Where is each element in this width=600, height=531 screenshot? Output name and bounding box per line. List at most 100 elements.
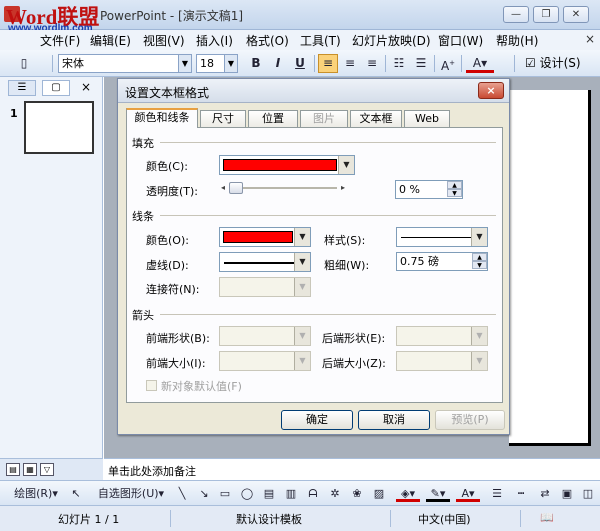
menu-edit[interactable]: 编辑(E) bbox=[90, 32, 131, 49]
line-color-select[interactable]: ▼ bbox=[219, 227, 311, 247]
align-right-button[interactable]: ≡ bbox=[362, 54, 382, 73]
numbered-list-icon[interactable]: ☷ bbox=[389, 54, 409, 73]
begin-style-select[interactable]: ▼ bbox=[219, 326, 311, 346]
menu-slideshow[interactable]: 幻灯片放映(D) bbox=[352, 32, 431, 49]
italic-button[interactable]: I bbox=[268, 54, 288, 73]
oval-tool-icon[interactable]: ◯ bbox=[238, 485, 256, 502]
wordart-icon[interactable]: ᗩ bbox=[304, 485, 322, 502]
rectangle-tool-icon[interactable]: ▭ bbox=[216, 485, 234, 502]
slide-thumbnail[interactable] bbox=[24, 101, 94, 154]
chevron-down-icon: ▼ bbox=[294, 253, 310, 271]
dash-style-icon[interactable]: ┅ bbox=[512, 485, 530, 502]
default-checkbox[interactable] bbox=[146, 380, 157, 391]
draw-menu-button[interactable]: 绘图(R)▾ bbox=[14, 485, 58, 502]
spin-up-icon[interactable]: ▲ bbox=[472, 253, 487, 261]
normal-view-icon[interactable]: ▤ bbox=[6, 463, 20, 476]
menu-help[interactable]: 帮助(H) bbox=[496, 32, 538, 49]
font-color-icon[interactable]: A▾ bbox=[466, 54, 494, 73]
end-size-select[interactable]: ▼ bbox=[396, 351, 488, 371]
line-weight-spinner[interactable]: 0.75 磅 ▲ ▼ bbox=[396, 252, 488, 271]
preview-button[interactable]: 预览(P) bbox=[435, 410, 505, 430]
align-left-button[interactable]: ≡ bbox=[318, 54, 338, 73]
slides-tab[interactable]: ▢ bbox=[42, 80, 70, 96]
fill-color-icon[interactable]: ◈▾ bbox=[396, 485, 420, 502]
minimize-button[interactable]: — bbox=[503, 6, 529, 23]
new-document-icon[interactable]: ▯ bbox=[14, 54, 34, 73]
autoshapes-menu-button[interactable]: 自选图形(U)▾ bbox=[94, 485, 168, 502]
menu-view[interactable]: 视图(V) bbox=[143, 32, 185, 49]
arrow-left-icon: ◂ bbox=[221, 183, 226, 192]
begin-size-select[interactable]: ▼ bbox=[219, 351, 311, 371]
tab-colors-lines[interactable]: 颜色和线条 bbox=[126, 108, 198, 128]
spin-down-icon[interactable]: ▼ bbox=[447, 189, 462, 197]
increase-font-size-icon[interactable]: A+ bbox=[438, 54, 458, 73]
dash-type-select[interactable]: ▼ bbox=[219, 252, 311, 272]
slide-position: 幻灯片 1 / 1 bbox=[58, 513, 120, 526]
menu-file[interactable]: 文件(F) bbox=[40, 32, 80, 49]
line-tool-icon[interactable]: ╲ bbox=[174, 485, 190, 502]
menu-bar: 文件(F) 编辑(E) 视图(V) 插入(I) 格式(O) 工具(T) 幻灯片放… bbox=[0, 30, 600, 50]
slider-thumb[interactable] bbox=[229, 182, 243, 194]
restore-button[interactable]: ❐ bbox=[533, 6, 559, 23]
shadow-icon[interactable]: ▣ bbox=[558, 485, 576, 502]
menu-insert[interactable]: 插入(I) bbox=[196, 32, 233, 49]
dialog-close-button[interactable]: × bbox=[478, 82, 504, 99]
design-template-name: 默认设计模板 bbox=[236, 513, 302, 526]
connector-select[interactable]: ▼ bbox=[219, 277, 311, 297]
outline-tab[interactable]: ☰ bbox=[8, 80, 36, 96]
spelling-icon[interactable]: 📖 bbox=[540, 511, 554, 524]
tab-size[interactable]: 尺寸 bbox=[200, 110, 246, 127]
align-center-button[interactable]: ≡ bbox=[340, 54, 360, 73]
line-weight-label: 粗细(W): bbox=[324, 259, 370, 272]
line-style-icon[interactable]: ☰ bbox=[488, 485, 506, 502]
notes-pane[interactable]: 单击此处添加备注 bbox=[104, 458, 600, 480]
slide-canvas[interactable] bbox=[509, 90, 591, 446]
vertical-textbox-icon[interactable]: ▥ bbox=[282, 485, 300, 502]
3d-style-icon[interactable]: ◫ bbox=[580, 485, 596, 502]
font-name-select[interactable]: 宋体 ▼ bbox=[58, 54, 192, 73]
font-color-icon[interactable]: A▾ bbox=[456, 485, 480, 502]
cancel-button[interactable]: 取消 bbox=[358, 410, 430, 430]
diagram-icon[interactable]: ✲ bbox=[326, 485, 344, 502]
clipart-icon[interactable]: ❀ bbox=[348, 485, 366, 502]
design-button[interactable]: ☑ 设计(S) bbox=[521, 54, 591, 73]
arrow-style-icon[interactable]: ⇄ bbox=[536, 485, 554, 502]
textbox-tool-icon[interactable]: ▤ bbox=[260, 485, 278, 502]
tab-position[interactable]: 位置 bbox=[248, 110, 298, 127]
line-color-icon[interactable]: ✎▾ bbox=[426, 485, 450, 502]
chevron-down-icon: ▼ bbox=[471, 352, 487, 370]
bullet-list-icon[interactable]: ☰ bbox=[411, 54, 431, 73]
toolbar-separator bbox=[52, 55, 53, 72]
tab-web[interactable]: Web bbox=[404, 110, 450, 127]
picture-icon[interactable]: ▨ bbox=[370, 485, 388, 502]
end-style-select[interactable]: ▼ bbox=[396, 326, 488, 346]
transparency-spinner[interactable]: 0 % ▲ ▼ bbox=[395, 180, 463, 199]
transparency-slider[interactable]: ◂ ▸ bbox=[219, 181, 347, 194]
language-indicator: 中文(中国) bbox=[418, 513, 471, 526]
fill-color-select[interactable]: ▼ bbox=[219, 155, 355, 175]
underline-button[interactable]: U bbox=[290, 54, 310, 73]
tab-picture[interactable]: 图片 bbox=[300, 110, 348, 127]
bold-button[interactable]: B bbox=[246, 54, 266, 73]
select-objects-icon[interactable]: ↖ bbox=[68, 485, 84, 502]
line-style-select[interactable]: ▼ bbox=[396, 227, 488, 247]
menu-tools[interactable]: 工具(T) bbox=[300, 32, 341, 49]
tab-label: 颜色和线条 bbox=[134, 111, 190, 124]
slideshow-icon[interactable]: ▽ bbox=[40, 463, 54, 476]
menu-format[interactable]: 格式(O) bbox=[246, 32, 289, 49]
font-size-select[interactable]: 18 ▼ bbox=[196, 54, 238, 73]
slide-sorter-icon[interactable]: ▦ bbox=[23, 463, 37, 476]
line-color-label: 颜色(O): bbox=[146, 234, 189, 247]
close-document-button[interactable]: × bbox=[585, 32, 595, 46]
close-window-button[interactable]: ✕ bbox=[563, 6, 589, 23]
dash-label: 虚线(D): bbox=[146, 259, 189, 272]
close-pane-icon[interactable]: × bbox=[81, 80, 91, 94]
status-bar: 幻灯片 1 / 1 默认设计模板 中文(中国) 📖 bbox=[0, 505, 600, 531]
toolbar-separator bbox=[385, 55, 386, 72]
spin-up-icon[interactable]: ▲ bbox=[447, 181, 462, 189]
tab-textbox[interactable]: 文本框 bbox=[350, 110, 402, 127]
ok-button[interactable]: 确定 bbox=[281, 410, 353, 430]
arrow-tool-icon[interactable]: ↘ bbox=[196, 485, 212, 502]
spin-down-icon[interactable]: ▼ bbox=[472, 261, 487, 269]
menu-window[interactable]: 窗口(W) bbox=[438, 32, 483, 49]
